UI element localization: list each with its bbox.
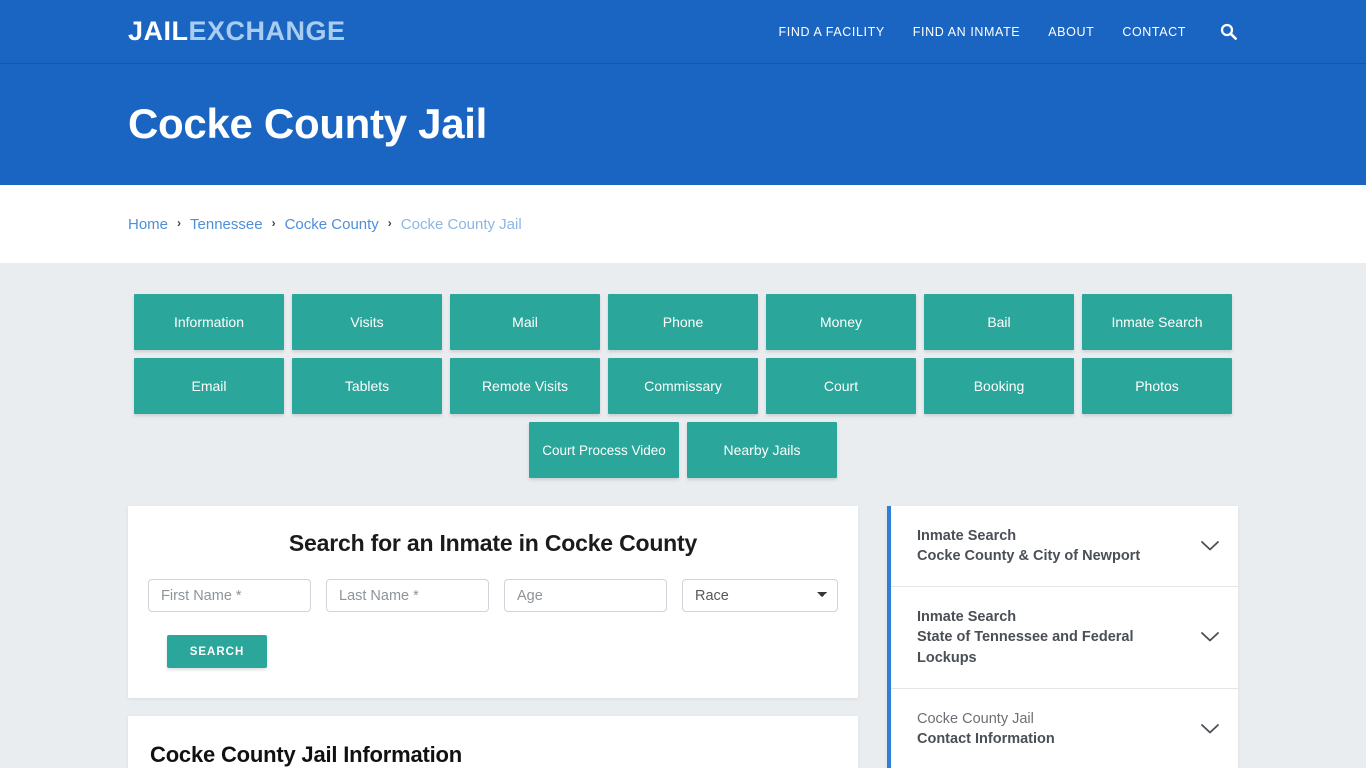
tile-visits[interactable]: Visits bbox=[292, 294, 442, 350]
page-title: Cocke County Jail bbox=[128, 100, 487, 148]
accordion-item-title: Inmate Search bbox=[917, 609, 1017, 626]
breadcrumb-item-tennessee[interactable]: Tennessee bbox=[190, 216, 263, 233]
page-hero: Cocke County Jail bbox=[0, 64, 1366, 185]
tile-money[interactable]: Money bbox=[766, 294, 916, 350]
first-name-input[interactable] bbox=[148, 579, 311, 612]
accordion-item-text: Inmate Search Cocke County & City of New… bbox=[917, 526, 1140, 566]
inmate-search-card: Search for an Inmate in Cocke County Rac… bbox=[128, 506, 858, 698]
last-name-input[interactable] bbox=[326, 579, 489, 612]
race-select[interactable]: Race bbox=[682, 579, 838, 612]
accordion-item-subtitle: Contact Information bbox=[917, 730, 1055, 747]
site-logo[interactable]: JAILEXCHANGE bbox=[128, 18, 346, 45]
chevron-down-icon bbox=[1200, 723, 1220, 735]
sidebar-column: Inmate Search Cocke County & City of New… bbox=[887, 506, 1238, 768]
main-content: Information Visits Mail Phone Money Bail… bbox=[0, 263, 1366, 768]
nav-link-find-a-facility[interactable]: FIND A FACILITY bbox=[779, 25, 885, 39]
tile-nearby-jails[interactable]: Nearby Jails bbox=[687, 422, 837, 478]
main-column: Search for an Inmate in Cocke County Rac… bbox=[128, 506, 858, 768]
accordion-item-subtitle: State of Tennessee and Federal Lockups bbox=[917, 629, 1134, 666]
accordion-item-text: Cocke County Jail Contact Information bbox=[917, 709, 1055, 749]
breadcrumb-item-current: Cocke County Jail bbox=[400, 215, 522, 233]
chevron-right-icon: › bbox=[387, 216, 392, 230]
search-icon bbox=[1220, 23, 1237, 40]
accordion-item-title: Cocke County Jail bbox=[917, 710, 1034, 727]
facility-section-tiles: Information Visits Mail Phone Money Bail… bbox=[131, 294, 1235, 478]
age-input[interactable] bbox=[504, 579, 667, 612]
tile-court-process-video[interactable]: Court Process Video bbox=[529, 422, 679, 478]
content-columns: Search for an Inmate in Cocke County Rac… bbox=[128, 478, 1238, 768]
tile-bail[interactable]: Bail bbox=[924, 294, 1074, 350]
chevron-right-icon: › bbox=[271, 216, 276, 230]
search-button[interactable]: SEARCH bbox=[167, 635, 267, 668]
primary-nav: FIND A FACILITY FIND AN INMATE ABOUT CON… bbox=[779, 22, 1238, 42]
sidebar-accordion: Inmate Search Cocke County & City of New… bbox=[887, 506, 1238, 768]
accordion-item-title: Inmate Search bbox=[917, 528, 1017, 544]
tile-remote-visits[interactable]: Remote Visits bbox=[450, 358, 600, 414]
tile-information[interactable]: Information bbox=[134, 294, 284, 350]
accordion-item-subtitle: Cocke County & City of Newport bbox=[917, 548, 1141, 565]
tile-photos[interactable]: Photos bbox=[1082, 358, 1232, 414]
top-navigation-bar: JAILEXCHANGE FIND A FACILITY FIND AN INM… bbox=[0, 0, 1366, 64]
nav-link-contact[interactable]: CONTACT bbox=[1122, 25, 1186, 39]
tile-commissary[interactable]: Commissary bbox=[608, 358, 758, 414]
nav-link-find-an-inmate[interactable]: FIND AN INMATE bbox=[913, 25, 1020, 39]
logo-text-exchange: EXCHANGE bbox=[188, 16, 346, 46]
tile-court[interactable]: Court bbox=[766, 358, 916, 414]
accordion-item-text: Inmate Search State of Tennessee and Fed… bbox=[917, 607, 1188, 667]
search-fields-row: Race bbox=[148, 579, 838, 612]
accordion-item-contact-information[interactable]: Cocke County Jail Contact Information bbox=[891, 689, 1238, 768]
chevron-down-icon bbox=[1200, 540, 1220, 552]
accordion-item-inmate-search-state[interactable]: Inmate Search State of Tennessee and Fed… bbox=[891, 587, 1238, 689]
search-card-heading: Search for an Inmate in Cocke County bbox=[288, 530, 698, 556]
tile-email[interactable]: Email bbox=[134, 358, 284, 414]
breadcrumb-item-home[interactable]: Home bbox=[128, 216, 168, 233]
accordion-item-inmate-search-county[interactable]: Inmate Search Cocke County & City of New… bbox=[891, 506, 1238, 588]
nav-link-about[interactable]: ABOUT bbox=[1048, 25, 1094, 39]
tile-booking[interactable]: Booking bbox=[924, 358, 1074, 414]
breadcrumb-item-cocke-county[interactable]: Cocke County bbox=[285, 216, 379, 233]
chevron-right-icon: › bbox=[177, 216, 182, 230]
tile-inmate-search[interactable]: Inmate Search bbox=[1082, 294, 1232, 350]
tile-tablets[interactable]: Tablets bbox=[292, 358, 442, 414]
tile-phone[interactable]: Phone bbox=[608, 294, 758, 350]
chevron-down-icon bbox=[1200, 631, 1220, 643]
breadcrumb: Home › Tennessee › Cocke County › Cocke … bbox=[128, 216, 522, 233]
logo-text-jail: JAIL bbox=[128, 16, 189, 46]
breadcrumb-bar: Home › Tennessee › Cocke County › Cocke … bbox=[0, 185, 1366, 263]
tile-mail[interactable]: Mail bbox=[450, 294, 600, 350]
jail-information-card: Cocke County Jail Information bbox=[128, 716, 858, 768]
jail-information-heading: Cocke County Jail Information bbox=[150, 742, 463, 767]
nav-search-button[interactable] bbox=[1218, 22, 1238, 42]
